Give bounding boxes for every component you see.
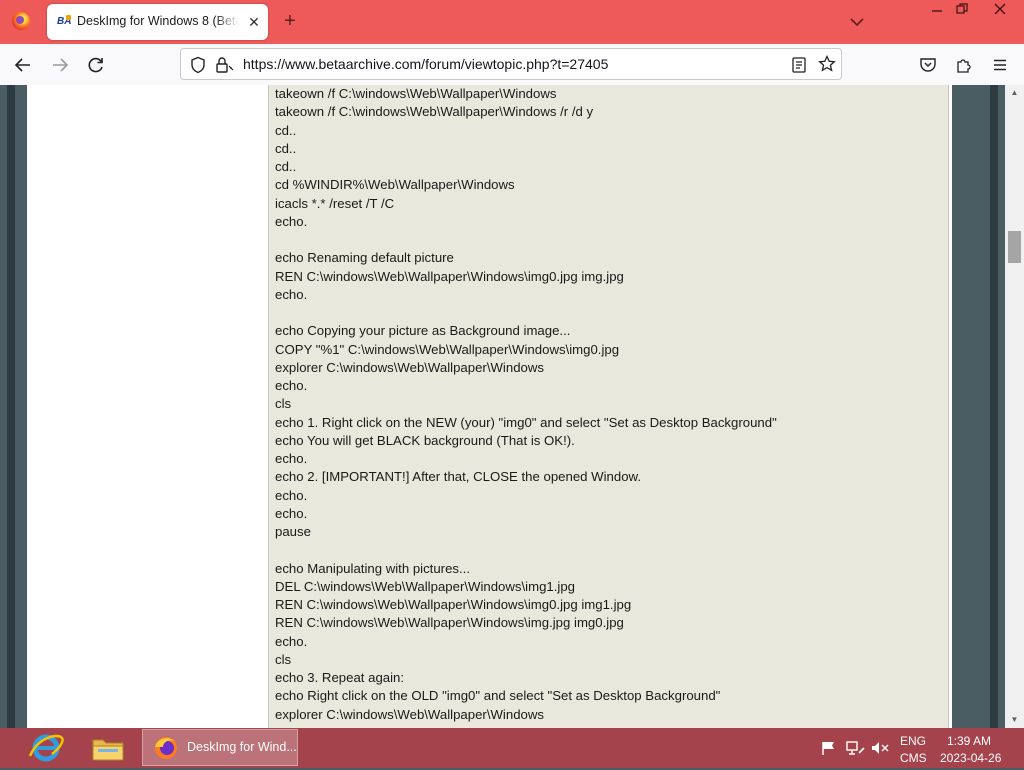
code-line: echo Right click on the OLD "img0" and s…	[275, 688, 721, 704]
file-explorer-icon[interactable]	[88, 731, 128, 765]
code-lines: takeown /f C:\windows\Web\Wallpaper\Wind…	[275, 85, 777, 724]
tab-active[interactable]: BA DeskImg for Windows 8 (BetaArchive) ✕	[47, 4, 268, 40]
list-all-tabs-chevron-icon[interactable]	[846, 12, 868, 32]
code-line: cls	[275, 396, 292, 412]
internet-explorer-icon[interactable]	[24, 731, 68, 765]
network-icon[interactable]	[845, 740, 865, 756]
code-line: echo.	[275, 451, 308, 466]
code-box: takeown /f C:\windows\Web\Wallpaper\Wind…	[268, 85, 949, 728]
code-line: echo Renaming default picture	[275, 250, 454, 266]
extensions-puzzle-icon[interactable]	[951, 52, 977, 78]
code-line: echo 3. Repeat again:	[275, 670, 405, 685]
tab-strip: BA DeskImg for Windows 8 (BetaArchive) ✕…	[0, 0, 1024, 44]
navigation-toolbar: https://www.betaarchive.com/forum/viewto…	[0, 44, 1024, 86]
code-line: COPY "%1" C:\windows\Web\Wallpaper\Windo…	[275, 341, 620, 357]
code-line: echo.	[275, 378, 308, 393]
site-lock-icon[interactable]	[215, 56, 235, 74]
code-line: REN C:\windows\Web\Wallpaper\Windows\img…	[275, 597, 632, 612]
scroll-down-arrow-icon[interactable]: ▼	[1005, 712, 1024, 728]
volume-muted-icon[interactable]	[870, 740, 890, 756]
code-line: cd..	[275, 140, 297, 156]
page-right-border	[990, 85, 998, 728]
forward-arrow-icon[interactable]	[47, 52, 73, 78]
language-indicator-top[interactable]: ENG	[900, 734, 926, 748]
action-center-flag-icon[interactable]	[820, 740, 838, 756]
pocket-icon[interactable]	[915, 52, 941, 78]
code-line: echo Copying your picture as Background …	[275, 323, 571, 339]
code-line: echo.	[275, 213, 308, 229]
code-line: echo 1. Right click on the NEW (your) "i…	[275, 414, 777, 430]
code-line: REN C:\windows\Web\Wallpaper\Windows\img…	[275, 268, 624, 284]
code-line: takeown /f C:\windows\Web\Wallpaper\Wind…	[275, 86, 557, 101]
new-tab-plus-icon[interactable]: +	[280, 11, 300, 31]
reload-icon[interactable]	[83, 52, 109, 78]
tracking-protection-shield-icon[interactable]	[189, 56, 207, 74]
firefox-taskbar-icon	[153, 735, 179, 761]
taskbar-firefox-window[interactable]: DeskImg for Wind...	[142, 729, 298, 766]
betaarchive-favicon-icon: BA	[57, 15, 72, 27]
reader-view-icon[interactable]	[790, 56, 808, 74]
back-arrow-icon[interactable]	[10, 52, 36, 78]
code-line: cd..	[275, 159, 297, 174]
close-window-icon[interactable]	[984, 0, 1016, 22]
code-line: icacls *.* /reset /T /C	[275, 195, 395, 211]
scroll-up-arrow-icon[interactable]: ▲	[1005, 85, 1024, 101]
restore-window-icon[interactable]	[946, 0, 978, 22]
hamburger-menu-icon[interactable]	[987, 52, 1013, 78]
page-viewport: takeown /f C:\windows\Web\Wallpaper\Wind…	[0, 85, 1005, 728]
page-scrollbar[interactable]: ▲ ▼	[1005, 85, 1024, 728]
taskbar-window-label: DeskImg for Wind...	[187, 740, 297, 754]
url-bar[interactable]: https://www.betaarchive.com/forum/viewto…	[180, 48, 842, 80]
code-line: cd..	[275, 122, 297, 138]
code-line: takeown /f C:\windows\Web\Wallpaper\Wind…	[275, 104, 594, 120]
bookmark-star-icon[interactable]	[818, 54, 836, 73]
tab-close-icon[interactable]: ✕	[245, 13, 263, 31]
scrollbar-thumb[interactable]	[1008, 231, 1021, 263]
code-line: echo.	[275, 633, 308, 649]
firefox-logo-icon	[12, 12, 30, 30]
code-line: echo Manipulating with pictures...	[275, 560, 470, 576]
code-line: echo.	[275, 505, 308, 521]
code-line: cd %WINDIR%\Web\Wallpaper\Windows	[275, 177, 515, 193]
code-line: explorer C:\windows\Web\Wallpaper\Window…	[275, 359, 544, 375]
code-line: pause	[275, 524, 311, 539]
language-indicator-bottom[interactable]: CMS	[900, 751, 927, 765]
code-line: cls	[275, 651, 292, 667]
code-line: echo You will get BLACK background (That…	[275, 432, 575, 448]
firefox-view-button[interactable]	[8, 8, 34, 34]
code-line: REN C:\windows\Web\Wallpaper\Windows\img…	[275, 615, 624, 631]
clock-time[interactable]: 1:39 AM	[947, 734, 991, 748]
code-line: explorer C:\windows\Web\Wallpaper\Window…	[275, 706, 544, 722]
tab-title: DeskImg for Windows 8 (BetaArchive)	[77, 14, 239, 28]
code-line: DEL C:\windows\Web\Wallpaper\Windows\img…	[275, 578, 576, 594]
url-text[interactable]: https://www.betaarchive.com/forum/viewto…	[243, 56, 608, 72]
windows-taskbar: DeskImg for Wind... ENG CMS 1:39 AM 2023…	[0, 728, 1024, 768]
clock-date[interactable]: 2023-04-26	[940, 751, 1001, 765]
code-line: echo.	[275, 487, 308, 503]
forum-post: takeown /f C:\windows\Web\Wallpaper\Wind…	[27, 85, 952, 728]
code-line: echo.	[275, 286, 308, 302]
page-left-border	[7, 85, 15, 728]
code-line: echo 2. [IMPORTANT!] After that, CLOSE t…	[275, 469, 642, 485]
